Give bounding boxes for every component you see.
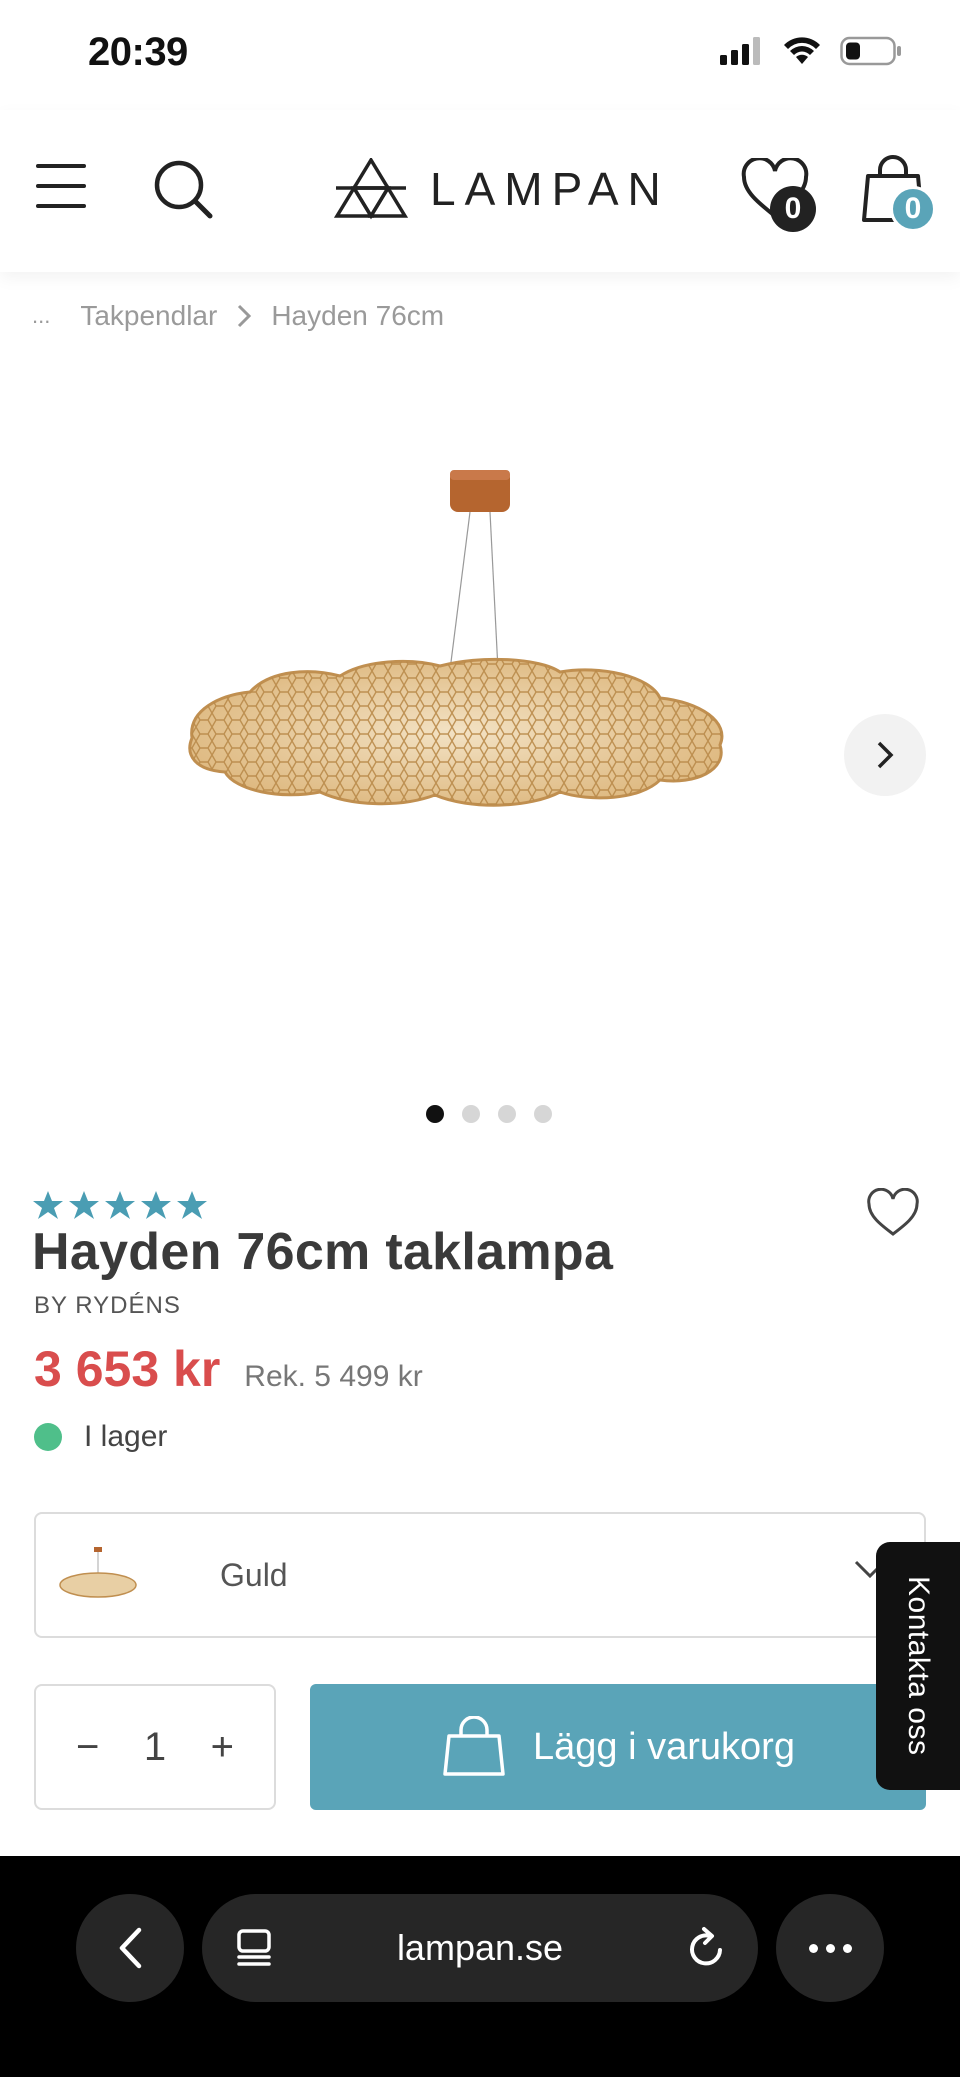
rating-stars[interactable] — [32, 1190, 208, 1220]
stock-status: I lager — [34, 1420, 167, 1454]
quantity-increase-button[interactable]: + — [211, 1725, 234, 1770]
quantity-decrease-button[interactable]: − — [76, 1725, 99, 1770]
more-dot-icon — [808, 1943, 818, 1953]
product-image[interactable] — [180, 440, 750, 860]
add-to-cart-label: Lägg i varukorg — [533, 1725, 795, 1768]
chevron-right-icon — [877, 741, 894, 769]
variant-thumbnail — [59, 1547, 137, 1598]
url-text: lampan.se — [396, 1927, 564, 1968]
site-header: LAMPAN 0 0 — [0, 110, 960, 272]
price-row: 3 653 kr Rek. 5 499 kr — [34, 1340, 423, 1398]
product-price: 3 653 kr — [34, 1341, 221, 1397]
contact-us-tab[interactable]: Kontakta oss — [876, 1542, 960, 1790]
star-icon — [33, 1191, 63, 1219]
site-logo[interactable]: LAMPAN — [334, 158, 670, 220]
signal-icon — [720, 37, 760, 65]
gallery-next-button[interactable] — [844, 714, 926, 796]
search-icon[interactable] — [152, 158, 216, 222]
star-icon — [69, 1191, 99, 1219]
chevron-right-icon — [238, 304, 252, 328]
contact-us-label: Kontakta oss — [902, 1576, 935, 1756]
star-icon — [177, 1191, 207, 1219]
status-bar: 20:39 — [0, 0, 960, 110]
variant-select[interactable]: Guld — [34, 1512, 926, 1638]
browser-back-button[interactable] — [76, 1894, 184, 2002]
chevron-left-icon — [119, 1927, 142, 1969]
variant-selected-label: Guld — [220, 1556, 288, 1593]
battery-icon — [840, 36, 901, 66]
more-options-button[interactable] — [776, 1894, 884, 2002]
menu-icon[interactable] — [36, 164, 86, 208]
stock-indicator-icon — [34, 1423, 62, 1451]
cart-count-badge: 0 — [890, 186, 936, 232]
stock-label: I lager — [84, 1420, 168, 1453]
lampan-logo-icon — [334, 158, 408, 220]
star-icon — [105, 1191, 135, 1219]
breadcrumb: ... Takpendlar Hayden 76cm — [32, 300, 444, 332]
wishlist-button[interactable]: 0 — [740, 154, 820, 234]
heart-icon[interactable] — [866, 1188, 920, 1238]
recommended-price: Rek. 5 499 kr — [244, 1360, 423, 1393]
status-time: 20:39 — [88, 30, 188, 74]
add-to-cart-button[interactable]: Lägg i varukorg — [310, 1684, 926, 1810]
reload-icon[interactable] — [686, 1926, 728, 1970]
gallery-dot-2[interactable] — [462, 1105, 480, 1123]
tab-overview-icon — [237, 1929, 271, 1966]
more-dot-icon — [842, 1943, 852, 1953]
wishlist-count-badge: 0 — [770, 186, 816, 232]
status-icons — [720, 36, 902, 66]
gallery-dot-3[interactable] — [498, 1105, 516, 1123]
breadcrumb-item-current: Hayden 76cm — [271, 300, 445, 331]
breadcrumb-item-takpendlar[interactable]: Takpendlar — [80, 300, 217, 332]
cart-button[interactable]: 0 — [856, 154, 936, 234]
product-brand[interactable]: BY RYDÉNS — [34, 1292, 181, 1320]
logo-text: LAMPAN — [430, 163, 670, 215]
address-bar[interactable]: lampan.se — [202, 1894, 758, 2002]
star-icon — [141, 1191, 171, 1219]
wifi-icon — [784, 37, 820, 64]
shopping-bag-icon — [443, 1716, 505, 1776]
breadcrumb-ellipsis[interactable]: ... — [32, 303, 50, 329]
gallery-dot-4[interactable] — [534, 1105, 552, 1123]
gallery-dots — [0, 1105, 960, 1123]
quantity-stepper: − 1 + — [34, 1684, 276, 1810]
more-dot-icon — [825, 1943, 835, 1953]
product-title: Hayden 76cm taklampa — [32, 1223, 614, 1281]
gallery-dot-1[interactable] — [426, 1105, 444, 1123]
quantity-value[interactable]: 1 — [144, 1725, 166, 1770]
browser-toolbar: lampan.se — [0, 1856, 960, 2077]
